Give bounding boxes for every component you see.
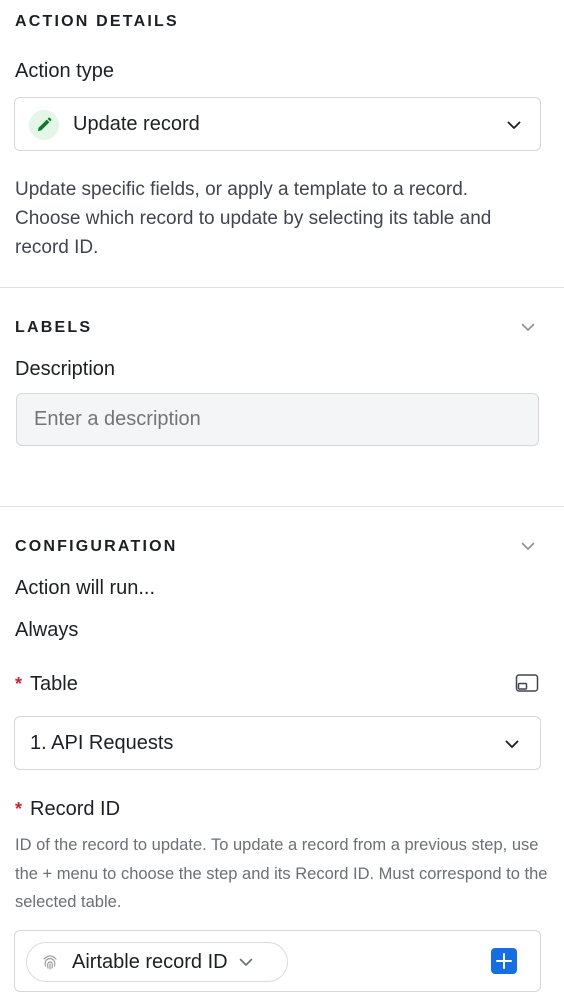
record-id-token-label: Airtable record ID	[72, 950, 228, 973]
add-token-button[interactable]	[491, 948, 517, 974]
pencil-icon	[29, 110, 59, 140]
chevron-down-icon	[504, 736, 520, 757]
record-id-input[interactable]: Airtable record ID	[14, 930, 541, 992]
chevron-down-icon	[506, 117, 522, 138]
action-type-description: Update specific fields, or apply a templ…	[15, 179, 492, 258]
fingerprint-icon	[40, 952, 60, 972]
action-type-value: Update record	[73, 113, 200, 135]
table-select[interactable]: 1. API Requests	[14, 716, 541, 770]
action-run-label: Action will run...	[15, 577, 156, 599]
divider	[0, 506, 564, 507]
action-details-heading: ACTION DETAILS	[15, 13, 179, 30]
labels-collapse-chevron-icon[interactable]	[520, 319, 536, 340]
chevron-down-icon	[238, 954, 254, 970]
expand-panel-icon[interactable]	[515, 673, 539, 698]
table-label-row: * Table	[15, 673, 78, 696]
record-id-label: Record ID	[30, 798, 121, 820]
required-marker: *	[15, 799, 23, 819]
description-input[interactable]	[16, 393, 539, 446]
record-id-help-text: ID of the record to update. To update a …	[15, 836, 548, 911]
description-label: Description	[15, 358, 116, 380]
action-type-select[interactable]: Update record	[14, 97, 541, 151]
required-marker: *	[15, 674, 23, 694]
table-label: Table	[30, 673, 78, 695]
action-type-label: Action type	[15, 60, 114, 82]
configuration-heading: CONFIGURATION	[15, 538, 178, 555]
divider	[0, 287, 564, 288]
labels-heading: LABELS	[15, 319, 93, 336]
table-select-value: 1. API Requests	[30, 732, 174, 754]
action-run-value[interactable]: Always	[15, 619, 78, 642]
plus-icon	[496, 953, 512, 969]
record-id-label-row: * Record ID	[15, 798, 120, 821]
configuration-collapse-chevron-icon[interactable]	[520, 538, 536, 559]
record-id-token-pill[interactable]: Airtable record ID	[26, 942, 288, 982]
